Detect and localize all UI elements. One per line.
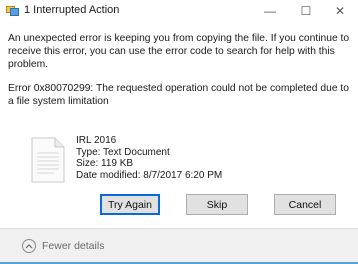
maximize-button[interactable]: ☐ [288,0,324,22]
file-name: IRL 2016 [76,135,117,146]
copy-progress-icon [6,5,19,16]
error-code: Error 0x80070299: The requested operatio… [8,83,349,107]
fewer-details-toggle[interactable]: Fewer details [42,240,104,252]
skip-button[interactable]: Skip [186,194,248,215]
dialog-footer: Fewer details [0,228,358,264]
error-message: An unexpected error is keeping you from … [8,33,350,70]
cancel-button[interactable]: Cancel [274,194,336,215]
close-button[interactable]: ✕ [322,0,358,22]
file-type: Type: Text Document [76,146,170,158]
file-date-modified: Date modified: 8/7/2017 6:20 PM [76,169,223,181]
try-again-button[interactable]: Try Again [100,194,160,215]
window-title: 1 Interrupted Action [24,4,120,16]
dialog-body: An unexpected error is keeping you from … [0,22,358,228]
minimize-button[interactable]: — [252,0,288,22]
text-document-icon [30,137,66,183]
title-bar: 1 Interrupted Action — ☐ ✕ [0,0,358,22]
file-size: Size: 119 KB [76,158,134,169]
chevron-up-icon[interactable] [22,239,36,253]
file-details: IRL 2016 Type: Text Document Size: 119 K… [76,135,222,181]
